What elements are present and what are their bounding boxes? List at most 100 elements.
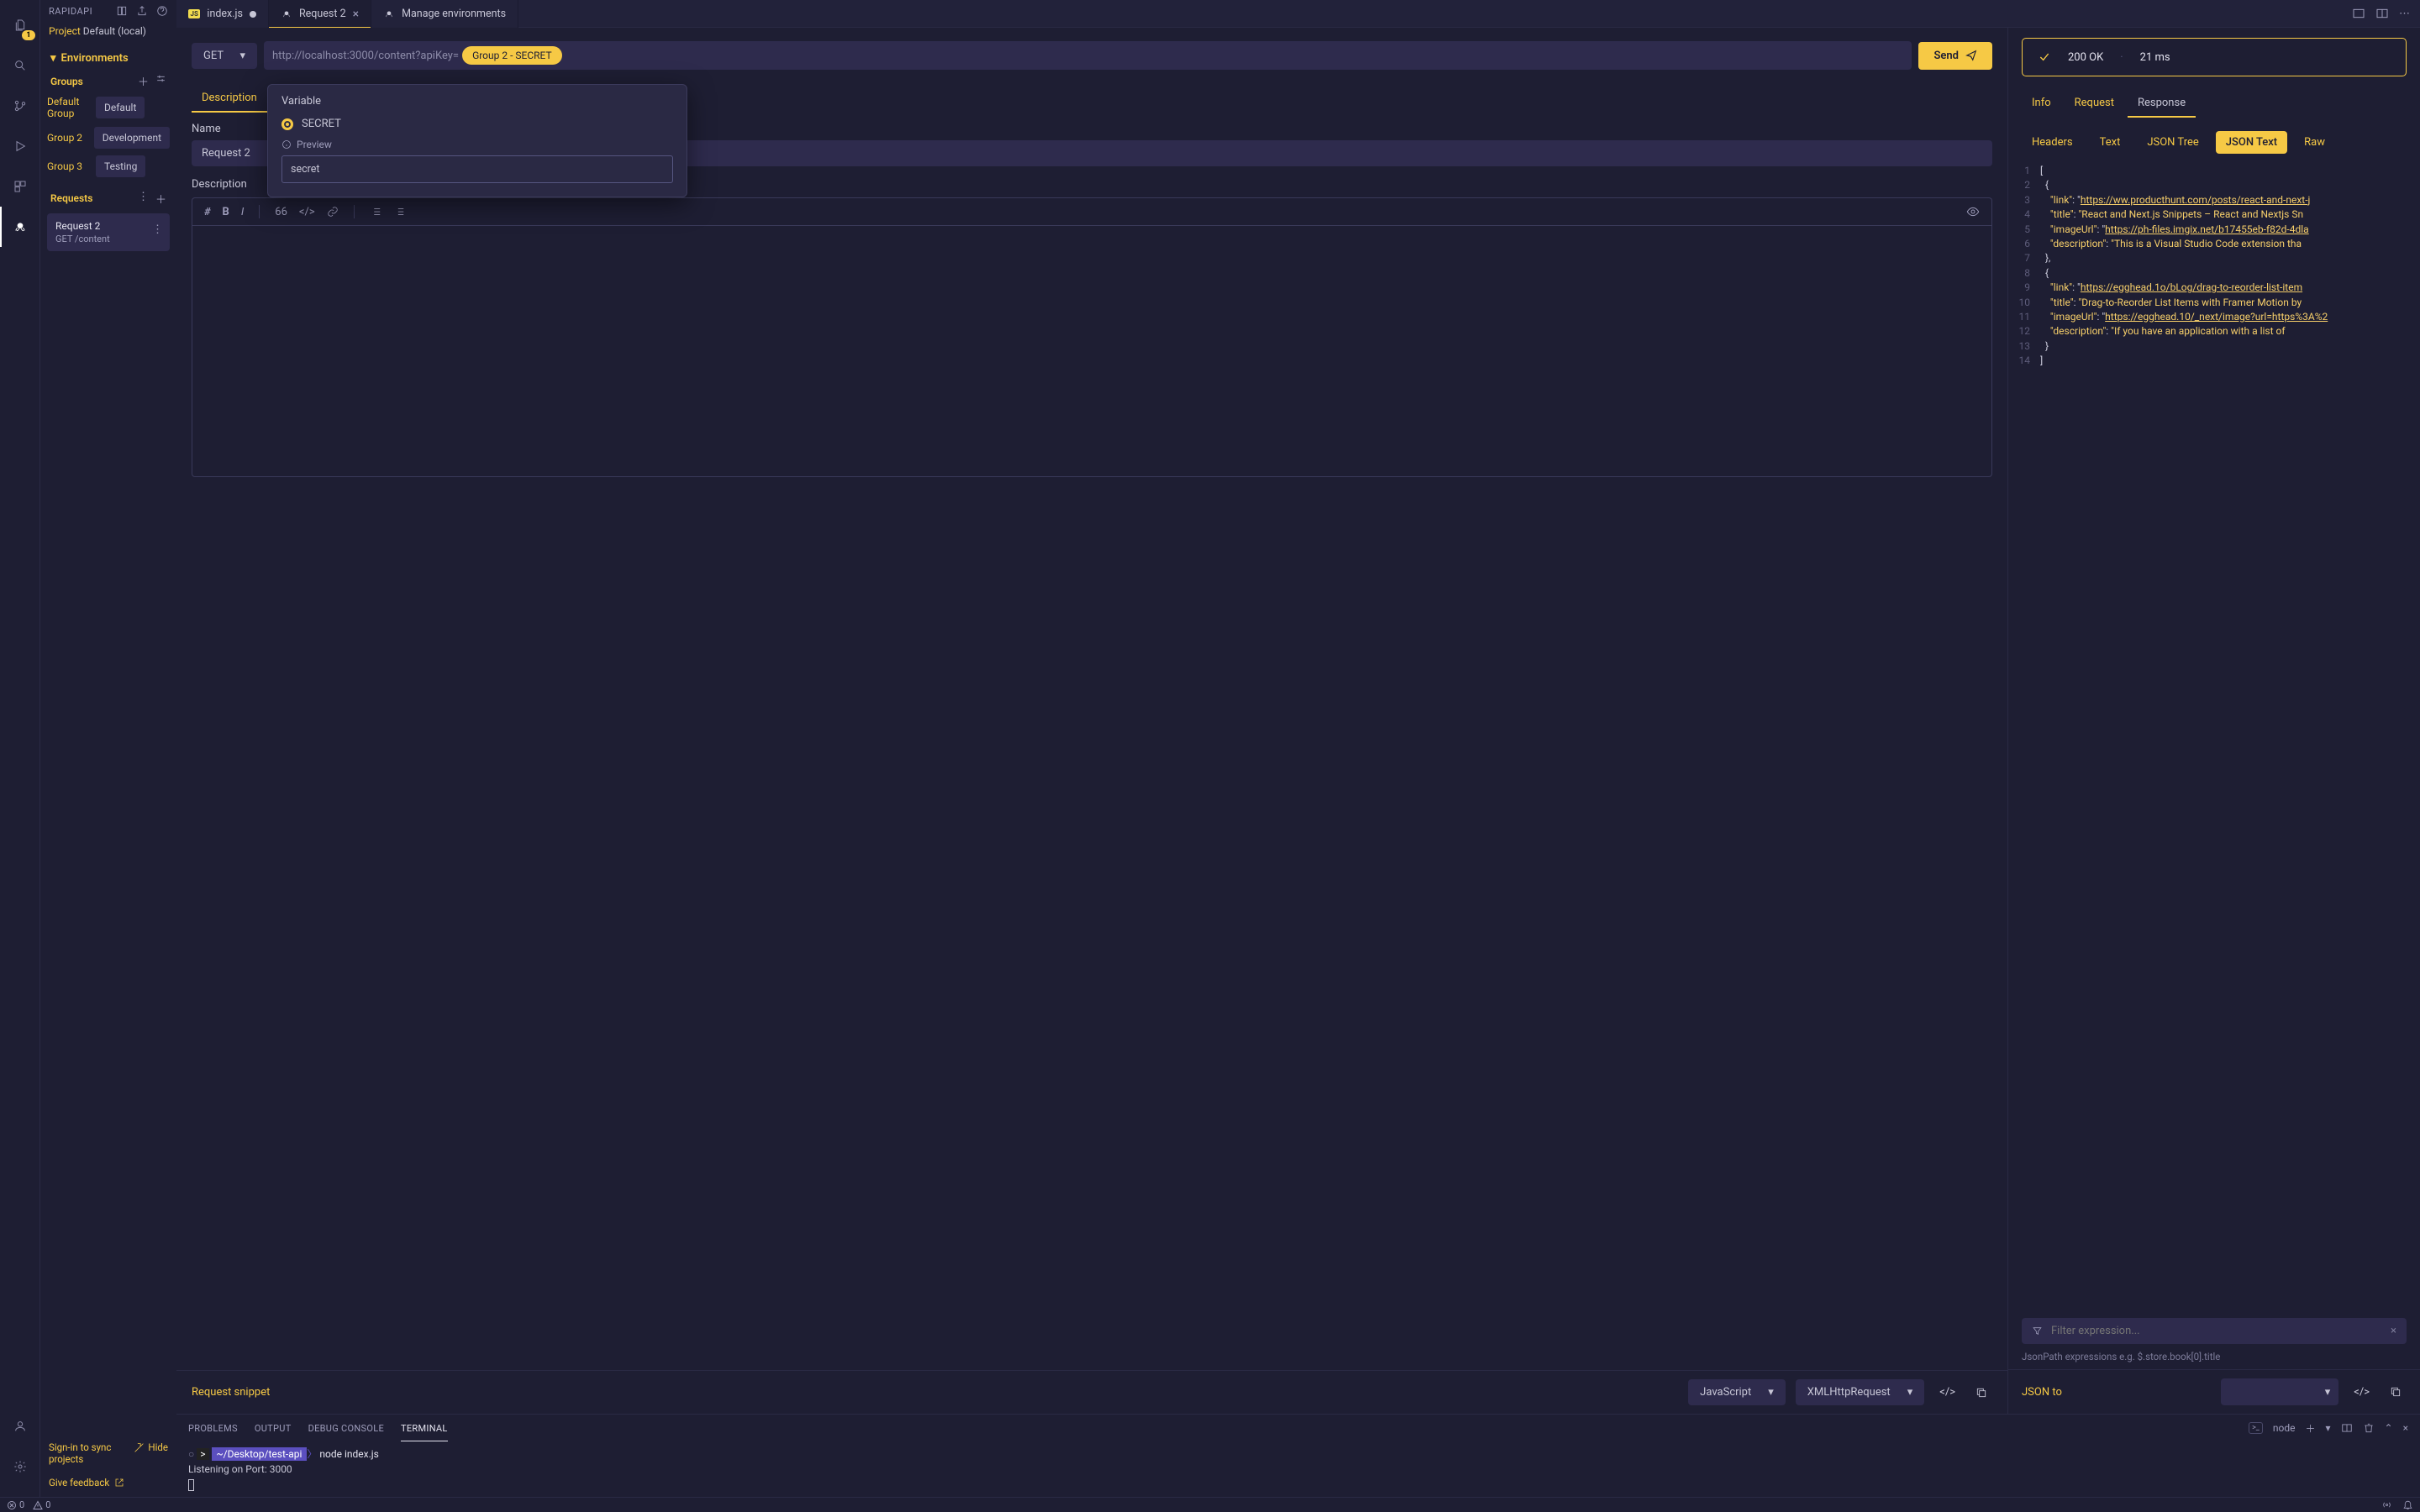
split-terminal-icon[interactable] (2341, 1422, 2353, 1434)
copy-icon (1975, 1387, 1987, 1399)
status-warnings[interactable]: 0 (33, 1499, 50, 1510)
sidebar-icon-help[interactable] (156, 5, 168, 17)
clear-icon[interactable]: × (2391, 1325, 2396, 1337)
close-icon[interactable]: × (353, 8, 359, 21)
filter-input[interactable] (2051, 1325, 2382, 1337)
resp-tab-request[interactable]: Request (2065, 92, 2124, 118)
snippet-code-button[interactable]: </> (1934, 1381, 1960, 1404)
variable-popover: Variable SECRET Preview secret (267, 84, 687, 197)
help-icon (156, 5, 168, 17)
compare-icon[interactable] (2352, 7, 2365, 20)
url-input[interactable]: http://localhost:3000/content?apiKey= Gr… (264, 41, 1912, 70)
activity-extensions[interactable] (0, 166, 40, 207)
add-request-icon[interactable]: ＋ (155, 191, 166, 207)
copy-icon (2390, 1386, 2402, 1398)
feedback-link[interactable]: Give feedback (49, 1477, 124, 1488)
variable-option[interactable]: SECRET (281, 113, 673, 135)
subtab-description[interactable]: Description (192, 87, 267, 113)
bp-tab-problems[interactable]: PROBLEMS (188, 1416, 238, 1441)
terminal-dropdown-icon[interactable]: ▾ (2326, 1422, 2331, 1434)
code-icon[interactable]: </> (299, 206, 315, 218)
activity-account[interactable] (0, 1406, 40, 1446)
preview-input[interactable]: secret (281, 155, 673, 183)
tab-manage-environments[interactable]: Manage environments (371, 0, 518, 28)
terminal-body[interactable]: ○ > ~/Desktop/test-api〉 node index.js Li… (176, 1441, 2420, 1497)
quote-icon[interactable]: 66 (275, 206, 287, 218)
requests-more-icon[interactable]: ⋮ (138, 191, 149, 207)
view-tab-json-text[interactable]: JSON Text (2216, 131, 2287, 154)
group-chip-testing[interactable]: Testing (96, 155, 145, 177)
add-terminal-icon[interactable]: ＋ (2305, 1421, 2315, 1436)
view-tab-json-tree[interactable]: JSON Tree (2137, 131, 2208, 154)
activity-search[interactable] (0, 45, 40, 86)
request-item[interactable]: Request 2 GET /content ⋮ (47, 213, 170, 251)
group-name: Default Group (47, 96, 91, 120)
activity-rapidapi[interactable] (0, 207, 40, 247)
bp-tab-output[interactable]: OUTPUT (255, 1416, 292, 1441)
environments-header[interactable]: ▾ Environments (47, 47, 170, 70)
more-icon[interactable]: ⋯ (2399, 8, 2410, 20)
bold-icon[interactable]: B (223, 206, 229, 218)
chevron-down-icon: ▾ (1907, 1386, 1913, 1399)
project-row[interactable]: Project Default (local) (40, 22, 176, 40)
tab-indexjs[interactable]: JS index.js (176, 0, 269, 28)
radio-selected-icon (281, 118, 293, 130)
json-to-copy-button[interactable] (2385, 1381, 2407, 1403)
description-textarea[interactable] (192, 225, 1992, 477)
resp-tab-response[interactable]: Response (2128, 92, 2196, 118)
chevron-up-icon[interactable]: ⌃ (2385, 1422, 2393, 1434)
close-panel-icon[interactable]: × (2403, 1422, 2408, 1434)
request-more-icon[interactable]: ⋮ (152, 223, 163, 236)
view-tab-text[interactable]: Text (2090, 131, 2131, 154)
sidebar-icon-2[interactable] (136, 5, 148, 17)
italic-icon[interactable]: I (241, 206, 244, 218)
activity-settings[interactable] (0, 1446, 40, 1487)
warning-icon (33, 1500, 43, 1510)
group-chip-default[interactable]: Default (96, 97, 145, 118)
bp-tab-debug[interactable]: DEBUG CONSOLE (308, 1416, 384, 1441)
chevron-down-icon: ▾ (2325, 1386, 2331, 1399)
link-icon[interactable] (327, 206, 339, 218)
preview-row: Preview (281, 139, 673, 150)
group-row: Group 3 Testing (47, 155, 170, 177)
preview-toggle[interactable] (1966, 205, 1980, 218)
terminal-output: Listening on Port: 3000 (188, 1462, 2408, 1477)
split-icon[interactable] (2375, 7, 2389, 20)
list-numbered-icon[interactable] (393, 206, 405, 218)
add-group-icon[interactable]: ＋ (138, 73, 149, 89)
method-select[interactable]: GET ▾ (192, 43, 257, 69)
tab-request2[interactable]: Request 2 × (269, 0, 371, 28)
view-tab-headers[interactable]: Headers (2022, 131, 2083, 154)
view-tab-raw[interactable]: Raw (2294, 131, 2335, 154)
groups-settings-icon[interactable] (155, 73, 166, 89)
activity-explorer[interactable]: 1 (0, 5, 40, 45)
response-code-view[interactable]: 1[2 {3 "link": "https://ww.producthunt.c… (2008, 159, 2420, 1310)
js-icon: JS (188, 9, 200, 18)
bp-tab-terminal[interactable]: TERMINAL (401, 1416, 448, 1441)
snippet-lib-select[interactable]: XMLHttpRequest▾ (1796, 1379, 1924, 1405)
snippet-lang-select[interactable]: JavaScript▾ (1688, 1379, 1786, 1405)
terminal-profile[interactable]: node (2273, 1422, 2296, 1434)
tab-label: Manage environments (402, 8, 506, 20)
resp-tab-info[interactable]: Info (2022, 92, 2061, 118)
list-bullet-icon[interactable] (370, 206, 381, 218)
heading-icon[interactable]: # (204, 206, 211, 218)
variable-chip[interactable]: Group 2 - SECRET (462, 46, 562, 65)
popover-variable-label: Variable (281, 95, 673, 108)
status-bell-icon[interactable] (2402, 1499, 2413, 1510)
group-chip-development[interactable]: Development (94, 127, 170, 149)
sync-link[interactable]: Sign-in to sync projects (49, 1441, 134, 1465)
status-errors[interactable]: 0 (7, 1499, 24, 1510)
activity-scm[interactable] (0, 86, 40, 126)
request-sub: GET /content (55, 234, 161, 244)
json-to-select[interactable]: ▾ (2221, 1378, 2338, 1405)
sidebar-icon-1[interactable] (116, 5, 128, 17)
hide-link[interactable]: Hide (134, 1441, 168, 1453)
send-button[interactable]: Send (1918, 42, 1992, 70)
snippet-copy-button[interactable] (1970, 1382, 1992, 1404)
json-to-code-button[interactable]: </> (2349, 1381, 2375, 1404)
info-icon (281, 139, 292, 150)
activity-debug[interactable] (0, 126, 40, 166)
trash-icon[interactable] (2363, 1422, 2375, 1434)
status-feedback-icon[interactable] (2381, 1499, 2392, 1510)
